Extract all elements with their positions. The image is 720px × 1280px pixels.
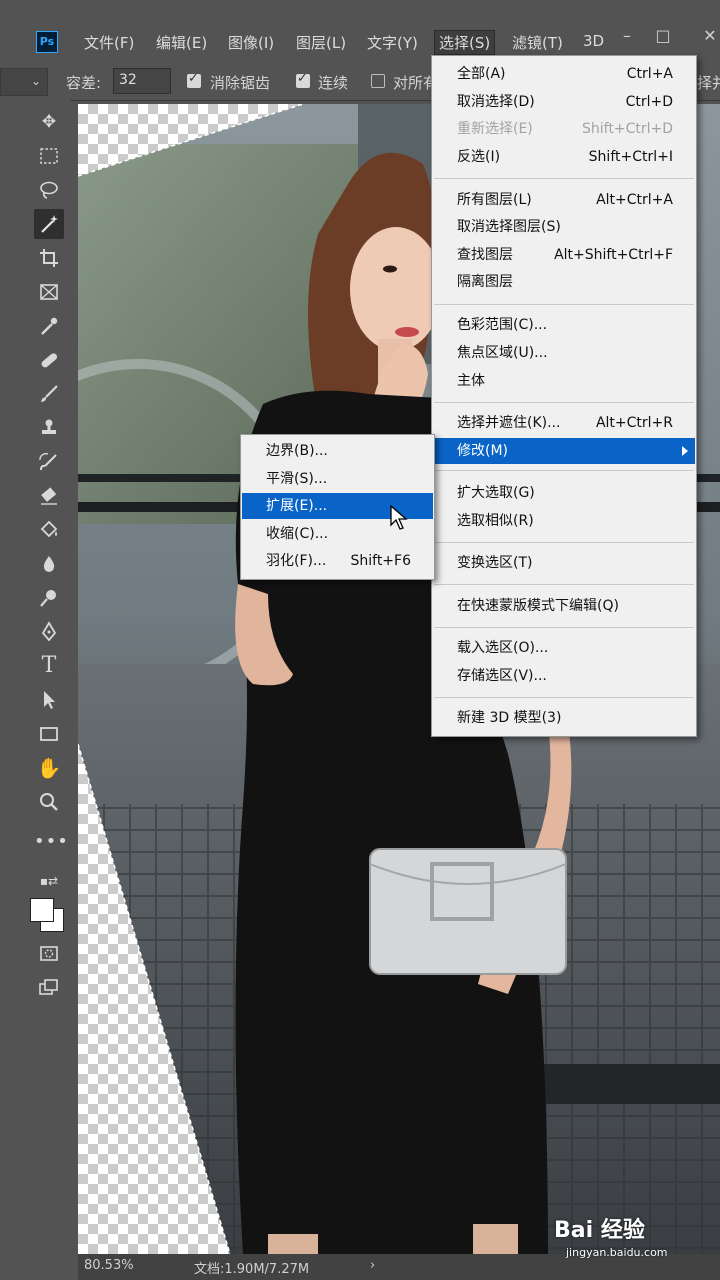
watermark-logo: Bai 经验 — [554, 1218, 645, 1243]
maximize-button[interactable]: □ — [653, 26, 673, 46]
submenu-item-border[interactable]: 边界(B)... — [242, 438, 433, 464]
stamp-icon[interactable] — [34, 413, 64, 443]
mouse-cursor-icon — [390, 505, 408, 530]
color-swatches[interactable] — [30, 898, 66, 934]
minimize-button[interactable]: – — [617, 26, 637, 46]
menu-item-modify[interactable]: 修改(M) — [433, 438, 695, 464]
menu-type[interactable]: 文字(Y) — [367, 32, 418, 53]
contiguous-checkbox[interactable] — [296, 71, 310, 88]
menu-item-reselect[interactable]: 重新选择(E) Shift+Ctrl+D — [433, 116, 695, 142]
anti-alias-label: 消除锯齿 — [210, 74, 271, 92]
menu-item-deselect-layers[interactable]: 取消选择图层(S) — [433, 214, 695, 240]
menu-item-isolate-layers[interactable]: 隔离图层 — [433, 269, 695, 295]
menu-item-new-3d-model[interactable]: 新建 3D 模型(3) — [433, 705, 695, 731]
tools-panel: ✥ T ✋ ••• ▪⇄ — [0, 100, 70, 1280]
photoshop-logo: Ps — [36, 31, 58, 53]
more-icon[interactable]: ••• — [34, 827, 68, 857]
path-select-icon[interactable] — [34, 685, 64, 715]
lasso-icon[interactable] — [34, 175, 64, 205]
healing-icon[interactable] — [34, 345, 64, 375]
zoom-level[interactable]: 80.53% — [84, 1258, 134, 1273]
marquee-icon[interactable] — [34, 141, 64, 171]
menu-separator — [434, 304, 694, 305]
foreground-color-swatch[interactable] — [30, 898, 54, 922]
menu-separator — [434, 627, 694, 628]
menu-item-quick-mask[interactable]: 在快速蒙版模式下编辑(Q) — [433, 593, 695, 619]
quick-mask-icon[interactable] — [34, 938, 64, 968]
menu-item-find-layers[interactable]: 查找图层 Alt+Shift+Ctrl+F — [433, 242, 695, 268]
type-icon[interactable]: T — [34, 651, 64, 681]
pen-icon[interactable] — [34, 617, 64, 647]
menu-separator — [434, 402, 694, 403]
menu-item-color-range[interactable]: 色彩范围(C)... — [433, 312, 695, 338]
swap-colors-icon[interactable]: ▪⇄ — [34, 866, 64, 896]
screen-mode-icon[interactable] — [34, 972, 64, 1002]
sample-all-checkbox[interactable] — [371, 74, 385, 88]
menu-layer[interactable]: 图层(L) — [296, 32, 346, 53]
menu-edit[interactable]: 编辑(E) — [156, 32, 207, 53]
document-info: 文档:1.90M/7.27M — [194, 1262, 310, 1277]
submenu-arrow-icon — [682, 446, 688, 456]
watermark-url: jingyan.baidu.com — [566, 1246, 668, 1259]
dodge-icon[interactable] — [34, 583, 64, 613]
close-button[interactable]: ✕ — [700, 26, 720, 46]
tool-preset-dropdown[interactable]: ⌄ — [0, 68, 48, 96]
menu-item-load-selection[interactable]: 载入选区(O)... — [433, 635, 695, 661]
history-brush-icon[interactable] — [34, 447, 64, 477]
tolerance-input[interactable]: 32 — [113, 68, 171, 94]
menu-separator — [434, 697, 694, 698]
submenu-item-smooth[interactable]: 平滑(S)... — [242, 466, 433, 492]
menu-file[interactable]: 文件(F) — [84, 32, 134, 53]
select-and-mask-button[interactable]: 择并 — [697, 72, 720, 93]
frame-icon[interactable] — [34, 277, 64, 307]
menu-separator — [434, 470, 694, 471]
menu-separator — [434, 542, 694, 543]
tolerance-label: 容差: — [66, 74, 102, 92]
move-icon[interactable]: ✥ — [34, 107, 64, 137]
menu-image[interactable]: 图像(I) — [228, 32, 274, 53]
submenu-item-feather[interactable]: 羽化(F)... Shift+F6 — [242, 548, 433, 574]
crop-icon[interactable] — [34, 243, 64, 273]
menu-item-inverse[interactable]: 反选(I) Shift+Ctrl+I — [433, 144, 695, 170]
menu-item-deselect[interactable]: 取消选择(D) Ctrl+D — [433, 89, 695, 115]
brush-icon[interactable] — [34, 379, 64, 409]
menu-item-grow[interactable]: 扩大选取(G) — [433, 480, 695, 506]
menu-separator — [434, 584, 694, 585]
menu-item-transform-selection[interactable]: 变换选区(T) — [433, 550, 695, 576]
menu-item-select-and-mask[interactable]: 选择并遮住(K)... Alt+Ctrl+R — [433, 410, 695, 436]
contiguous-label: 连续 — [318, 74, 349, 92]
menu-select[interactable]: 选择(S) — [434, 30, 496, 55]
menu-separator — [434, 178, 694, 179]
zoom-icon[interactable] — [34, 787, 64, 817]
select-menu: 全部(A) Ctrl+A 取消选择(D) Ctrl+D 重新选择(E) Shift+C… — [431, 55, 697, 737]
eraser-icon[interactable] — [34, 481, 64, 511]
blur-icon[interactable] — [34, 549, 64, 579]
menu-item-similar[interactable]: 选取相似(R) — [433, 508, 695, 534]
menu-filter[interactable]: 滤镜(T) — [512, 32, 563, 53]
eyedropper-icon[interactable] — [34, 311, 64, 341]
menu-item-focus-area[interactable]: 焦点区域(U)... — [433, 340, 695, 366]
paint-bucket-icon[interactable] — [34, 515, 64, 545]
anti-alias-checkbox[interactable] — [187, 71, 201, 88]
hand-icon[interactable]: ✋ — [34, 753, 64, 783]
rectangle-icon[interactable] — [34, 719, 64, 749]
menu-item-subject[interactable]: 主体 — [433, 368, 695, 394]
menu-item-save-selection[interactable]: 存储选区(V)... — [433, 663, 695, 689]
chevron-right-icon[interactable]: › — [370, 1258, 375, 1273]
chevron-down-icon: ⌄ — [30, 74, 41, 88]
magic-wand-icon[interactable] — [34, 209, 64, 239]
menu-item-all-layers[interactable]: 所有图层(L) Alt+Ctrl+A — [433, 187, 695, 213]
menu-item-select-all[interactable]: 全部(A) Ctrl+A — [433, 61, 695, 87]
menu-3d[interactable]: 3D — [583, 32, 604, 50]
